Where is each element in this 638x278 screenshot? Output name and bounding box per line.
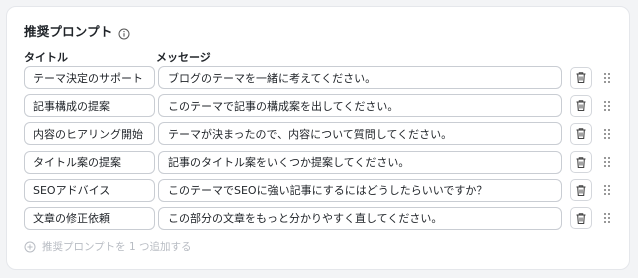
trash-icon bbox=[576, 213, 586, 224]
trash-icon bbox=[576, 156, 586, 168]
prompt-title-input[interactable] bbox=[24, 66, 155, 89]
add-prompt-label: 推奨プロンプトを 1 つ追加する bbox=[42, 241, 192, 253]
drag-handle-icon[interactable] bbox=[602, 183, 612, 197]
prompt-title-input[interactable] bbox=[24, 150, 155, 174]
plus-circle-icon bbox=[24, 241, 36, 253]
prompt-title-input[interactable] bbox=[24, 122, 155, 146]
delete-prompt-button[interactable] bbox=[570, 66, 592, 89]
column-header-title: タイトル bbox=[24, 51, 68, 64]
delete-prompt-button[interactable] bbox=[570, 122, 592, 145]
trash-icon bbox=[576, 72, 586, 84]
delete-prompt-button[interactable] bbox=[570, 94, 592, 117]
prompt-message-input[interactable] bbox=[158, 122, 562, 146]
trash-icon bbox=[576, 128, 586, 140]
drag-handle-icon[interactable] bbox=[602, 99, 612, 113]
prompt-title-input[interactable] bbox=[24, 178, 155, 202]
prompt-message-input[interactable] bbox=[158, 94, 562, 118]
delete-prompt-button[interactable] bbox=[570, 151, 592, 174]
trash-icon bbox=[576, 100, 586, 112]
prompt-message-input[interactable] bbox=[158, 178, 562, 202]
suggested-prompts-card: 推奨プロンプト タイトル メッセージ テーマ決定のサポート ブログのテーマを一緒… bbox=[6, 6, 630, 270]
info-circle-icon[interactable] bbox=[118, 25, 130, 39]
drag-handle-icon[interactable] bbox=[602, 71, 612, 85]
add-prompt-button[interactable]: 推奨プロンプトを 1 つ追加する bbox=[24, 239, 192, 254]
prompt-title-input[interactable] bbox=[24, 94, 155, 118]
prompt-message-input[interactable] bbox=[158, 150, 562, 174]
prompt-title-input[interactable] bbox=[24, 206, 155, 230]
delete-prompt-button[interactable] bbox=[570, 179, 592, 202]
trash-icon bbox=[576, 185, 586, 196]
section-header: 推奨プロンプト bbox=[24, 21, 130, 40]
prompt-message-input[interactable] bbox=[158, 206, 562, 230]
drag-handle-icon[interactable] bbox=[602, 127, 612, 141]
delete-prompt-button[interactable] bbox=[570, 207, 592, 230]
drag-handle-icon[interactable] bbox=[602, 155, 612, 169]
prompt-message-input[interactable] bbox=[158, 66, 562, 89]
column-header-message: メッセージ bbox=[156, 51, 211, 64]
section-title: 推奨プロンプト bbox=[24, 24, 113, 39]
drag-handle-icon[interactable] bbox=[602, 211, 612, 225]
